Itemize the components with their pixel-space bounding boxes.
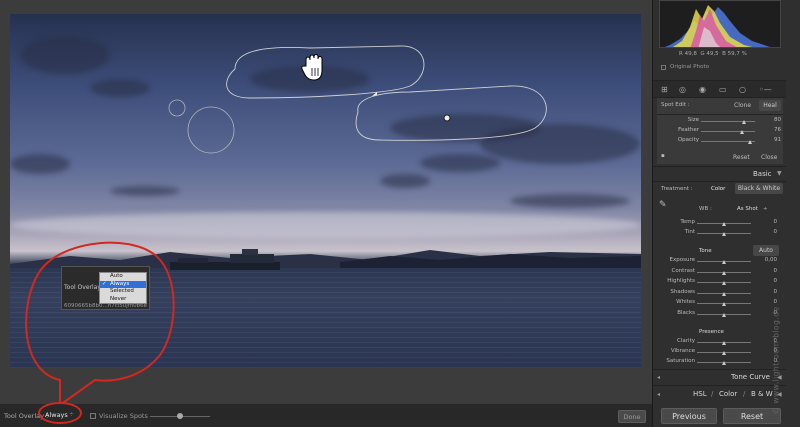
basic-panel-title[interactable]: Basic [753, 170, 772, 178]
bw-tab[interactable]: B & W [751, 390, 773, 398]
crop-grid-icon[interactable]: ⊞ [661, 85, 668, 94]
menu-option-never[interactable]: Never [100, 296, 146, 304]
spot-slider-knob[interactable] [747, 140, 752, 144]
menu-option-always[interactable]: Always [100, 280, 146, 288]
wb-label: Temp [680, 219, 695, 225]
original-photo-checkbox[interactable] [661, 65, 666, 70]
panel-switch-left-icon-2[interactable]: ◂ [657, 391, 660, 398]
tool-overlay-dropdown-menu[interactable]: Auto Always Selected Never [99, 272, 147, 304]
menu-option-auto[interactable]: Auto [100, 273, 146, 281]
hand-cursor-icon [301, 53, 323, 81]
tone-label: Highlights [667, 278, 695, 284]
panel-switch-left-icon[interactable]: ◂ [657, 374, 660, 381]
treatment-label: Treatment : [661, 186, 693, 192]
lightroom-window: Tool Overlay Auto Always Selected Never … [0, 0, 800, 427]
spot-overlays[interactable] [10, 14, 641, 368]
graduated-filter-icon[interactable]: ▭ [719, 85, 727, 94]
menu-option-selected[interactable]: Selected [100, 288, 146, 296]
wb-slider-knob[interactable] [721, 222, 726, 226]
callout-ring [38, 402, 82, 424]
bottom-toolbar: Tool Overlay : Always ÷ Visualize Spots … [0, 403, 652, 427]
wb-slider-knob[interactable] [721, 232, 726, 236]
spot-edit-panel: Spot Edit : Clone Heal Size 80 Feather 76 Op… [657, 98, 783, 164]
spot-label: Feather [678, 127, 699, 133]
hsl-tab[interactable]: HSL [693, 390, 707, 398]
clone-button[interactable]: Clone [734, 102, 751, 109]
tone-slider-knob[interactable] [721, 281, 726, 285]
tab-divider: / [711, 390, 714, 398]
tone-slider-knob[interactable] [721, 260, 726, 264]
tone-label: Shadows [670, 288, 695, 295]
adjustment-brush-icon[interactable]: ◦— [759, 85, 772, 94]
rgb-readout: R 49,8 G 49,5 B 59,7 % [679, 51, 747, 57]
spot-slider[interactable] [701, 121, 755, 122]
tone-curve-panel-title[interactable]: Tone Curve [731, 373, 770, 381]
mask-toggle-icon[interactable]: ▪ [661, 153, 665, 159]
spot-edit-label: Spot Edit : [661, 102, 690, 108]
red-eye-icon[interactable]: ◉ [699, 85, 706, 94]
wb-label: WB : [699, 206, 712, 212]
previous-button[interactable]: Previous [661, 408, 717, 424]
presence-slider-knob[interactable] [721, 361, 726, 365]
color-tab[interactable]: Color [719, 390, 737, 398]
watermark-strip: © www.lightroom-blog.de [772, 0, 800, 427]
tone-label: Contrast [671, 267, 695, 274]
tone-label: Exposure [669, 257, 695, 263]
spot-removal-icon[interactable]: ◎ [679, 85, 686, 94]
spot-slider-knob[interactable] [741, 120, 746, 124]
visualize-spots-label: Visualize Spots [99, 412, 148, 420]
tool-overlay-zoom-inset: Tool Overlay Auto Always Selected Never … [61, 266, 150, 310]
tab-divider-2: / [743, 390, 746, 398]
tone-slider-knob[interactable] [721, 302, 726, 306]
spot-label: Opacity [677, 137, 699, 143]
wb-chevron-icon[interactable]: ÷ [763, 206, 768, 212]
spot-slider[interactable] [701, 131, 755, 132]
spot-slider-knob[interactable] [739, 130, 744, 134]
presence-label: Presence [699, 329, 724, 335]
spot-reset-button[interactable]: Reset [733, 154, 750, 161]
radial-filter-icon[interactable]: ○ [739, 85, 746, 94]
filename-text: 6090665b8b0...n7ci5ujm0b6e [64, 303, 148, 309]
photo-workspace: Tool Overlay Auto Always Selected Never … [0, 0, 652, 407]
presence-label: Vibrance [670, 348, 695, 354]
slider-thumb[interactable] [177, 413, 183, 419]
tone-slider-knob[interactable] [721, 312, 726, 317]
tone-slider-knob[interactable] [721, 291, 726, 296]
original-photo-label: Original Photo [670, 64, 709, 70]
tone-slider-knob[interactable] [721, 270, 726, 275]
tone-label: Whites [676, 299, 695, 305]
wb-select[interactable]: As Shot [737, 206, 758, 212]
presence-label: Clarity [677, 338, 695, 344]
heal-button[interactable]: Heal [759, 100, 781, 111]
tone-label: Blacks [677, 309, 695, 316]
tool-strip: ⊞ ◎ ◉ ▭ ○ ◦— [653, 80, 787, 98]
spot-label: Size [687, 117, 699, 123]
presence-slider-knob[interactable] [721, 341, 726, 345]
tone-label: Tone [699, 248, 712, 254]
presence-label: Saturation [666, 358, 695, 364]
zoom-tool-overlay-label: Tool Overlay [64, 284, 101, 291]
presence-slider-knob[interactable] [721, 351, 726, 355]
visualize-spots-checkbox[interactable] [90, 413, 96, 419]
histogram [659, 0, 781, 48]
develop-right-panel: R 49,8 G 49,5 B 59,7 % Original Photo ⊞ … [652, 0, 787, 427]
eyedropper-icon[interactable]: ✎ [659, 200, 667, 210]
done-button[interactable]: Done [618, 410, 646, 423]
watermark-text: © www.lightroom-blog.de [771, 306, 781, 415]
treatment-color-button[interactable]: Color [711, 186, 725, 192]
wb-label: Tint [684, 229, 695, 235]
